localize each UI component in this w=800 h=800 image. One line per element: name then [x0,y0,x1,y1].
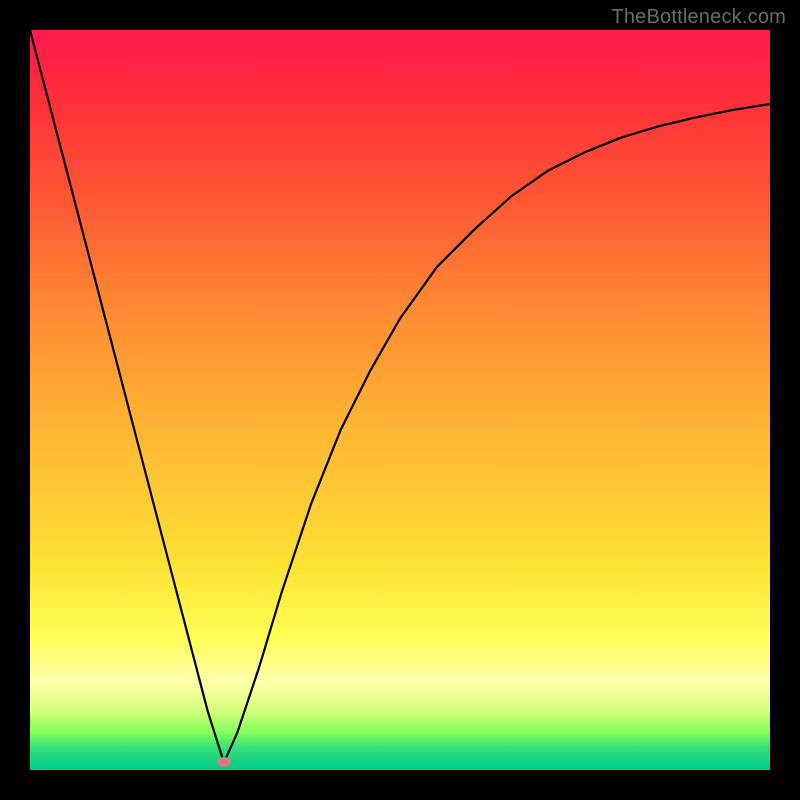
watermark-text: TheBottleneck.com [611,6,786,29]
chart-frame: TheBottleneck.com [0,0,800,800]
plot-area [30,30,770,770]
optimal-point-marker [217,757,231,767]
curve-path [30,30,770,763]
bottleneck-curve [30,30,770,770]
